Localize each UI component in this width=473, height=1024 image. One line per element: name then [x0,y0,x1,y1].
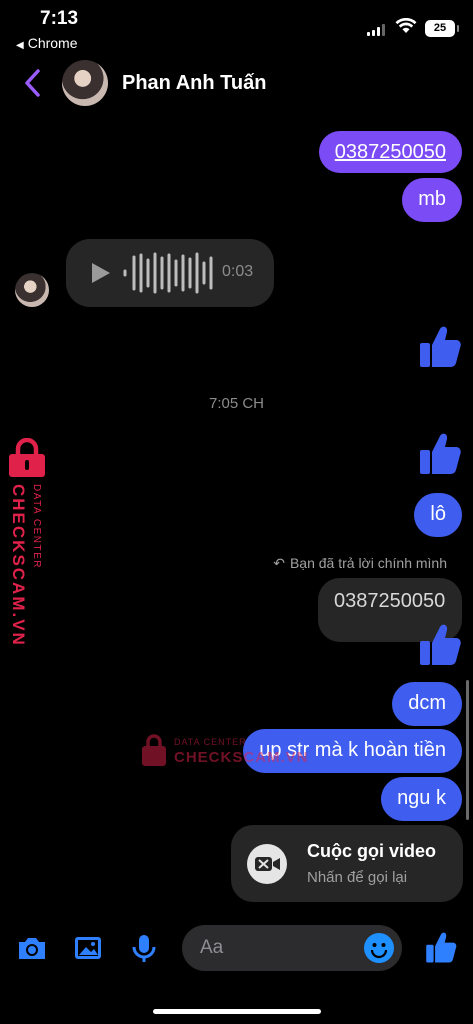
watermark-center-tagline: DATA CENTER [174,737,247,747]
voice-duration: 0:03 [222,263,254,280]
cellular-signal-icon [367,24,387,36]
timestamp-divider: 7:05 CH [208,395,265,412]
message-composer [0,918,473,980]
back-app-label: Chrome [27,35,78,51]
quoted-message-text: 0387250050 [334,590,446,612]
status-bar: 7:13 ◀ Chrome 25 [0,0,473,58]
message-bubble-dcm[interactable]: dcm [392,682,462,726]
back-triangle-icon: ◀ [16,40,24,51]
video-camera-off-icon [247,844,287,884]
reply-note: ↶ Bạn đã trả lời chính mình [273,555,447,572]
wifi-icon [395,18,417,33]
reply-note-text: Bạn đã trả lời chính mình [289,555,447,571]
phone-link[interactable]: 0387250050 [335,141,446,163]
message-bubble-lo[interactable]: lô [414,493,462,537]
watermark-center: DATA CENTER CHECKSCAM.VN [140,733,308,772]
message-input-box[interactable] [182,925,402,971]
message-bubble-phone[interactable]: 0387250050 [318,131,462,173]
gallery-icon[interactable] [72,932,104,964]
thumbs-up-icon[interactable] [418,323,462,369]
message-bubble-ngu-k[interactable]: ngu k [381,777,462,821]
chat-header: Phan Anh Tuấn [0,58,473,110]
thumbs-up-icon[interactable] [418,430,462,476]
call-subtitle: Nhấn để gọi lại [307,869,408,886]
watermark-center-brand: CHECKSCAM.VN [174,749,309,766]
thumbs-up-icon[interactable] [418,621,462,667]
clock: 7:13 [40,8,79,29]
emoji-icon[interactable] [364,933,394,963]
back-to-app-link[interactable]: ◀ Chrome [16,35,78,51]
scrollbar[interactable] [466,680,469,820]
call-title: Cuộc gọi video [307,841,437,861]
play-icon[interactable] [92,263,110,283]
camera-icon[interactable] [16,932,48,964]
back-chevron-icon[interactable] [20,66,48,100]
contact-avatar[interactable] [62,60,108,106]
battery-indicator: 25 [425,20,459,37]
lock-icon [9,438,45,477]
message-bubble-mb[interactable]: mb [402,178,462,222]
reply-arrow-icon: ↶ [273,555,285,571]
home-indicator[interactable] [153,1009,321,1014]
send-like-icon[interactable] [424,930,458,964]
contact-avatar-small [15,273,49,307]
watermark-brand: CHECKSCAM.VN [9,484,28,647]
message-input[interactable] [200,933,360,963]
waveform-icon [123,252,213,294]
lock-icon [142,734,166,766]
voice-message[interactable]: 0:03 [66,239,274,307]
microphone-icon[interactable] [128,932,160,964]
contact-name[interactable]: Phan Anh Tuấn [122,72,266,95]
video-call-card[interactable]: Cuộc gọi video Nhấn để gọi lại [231,825,463,902]
